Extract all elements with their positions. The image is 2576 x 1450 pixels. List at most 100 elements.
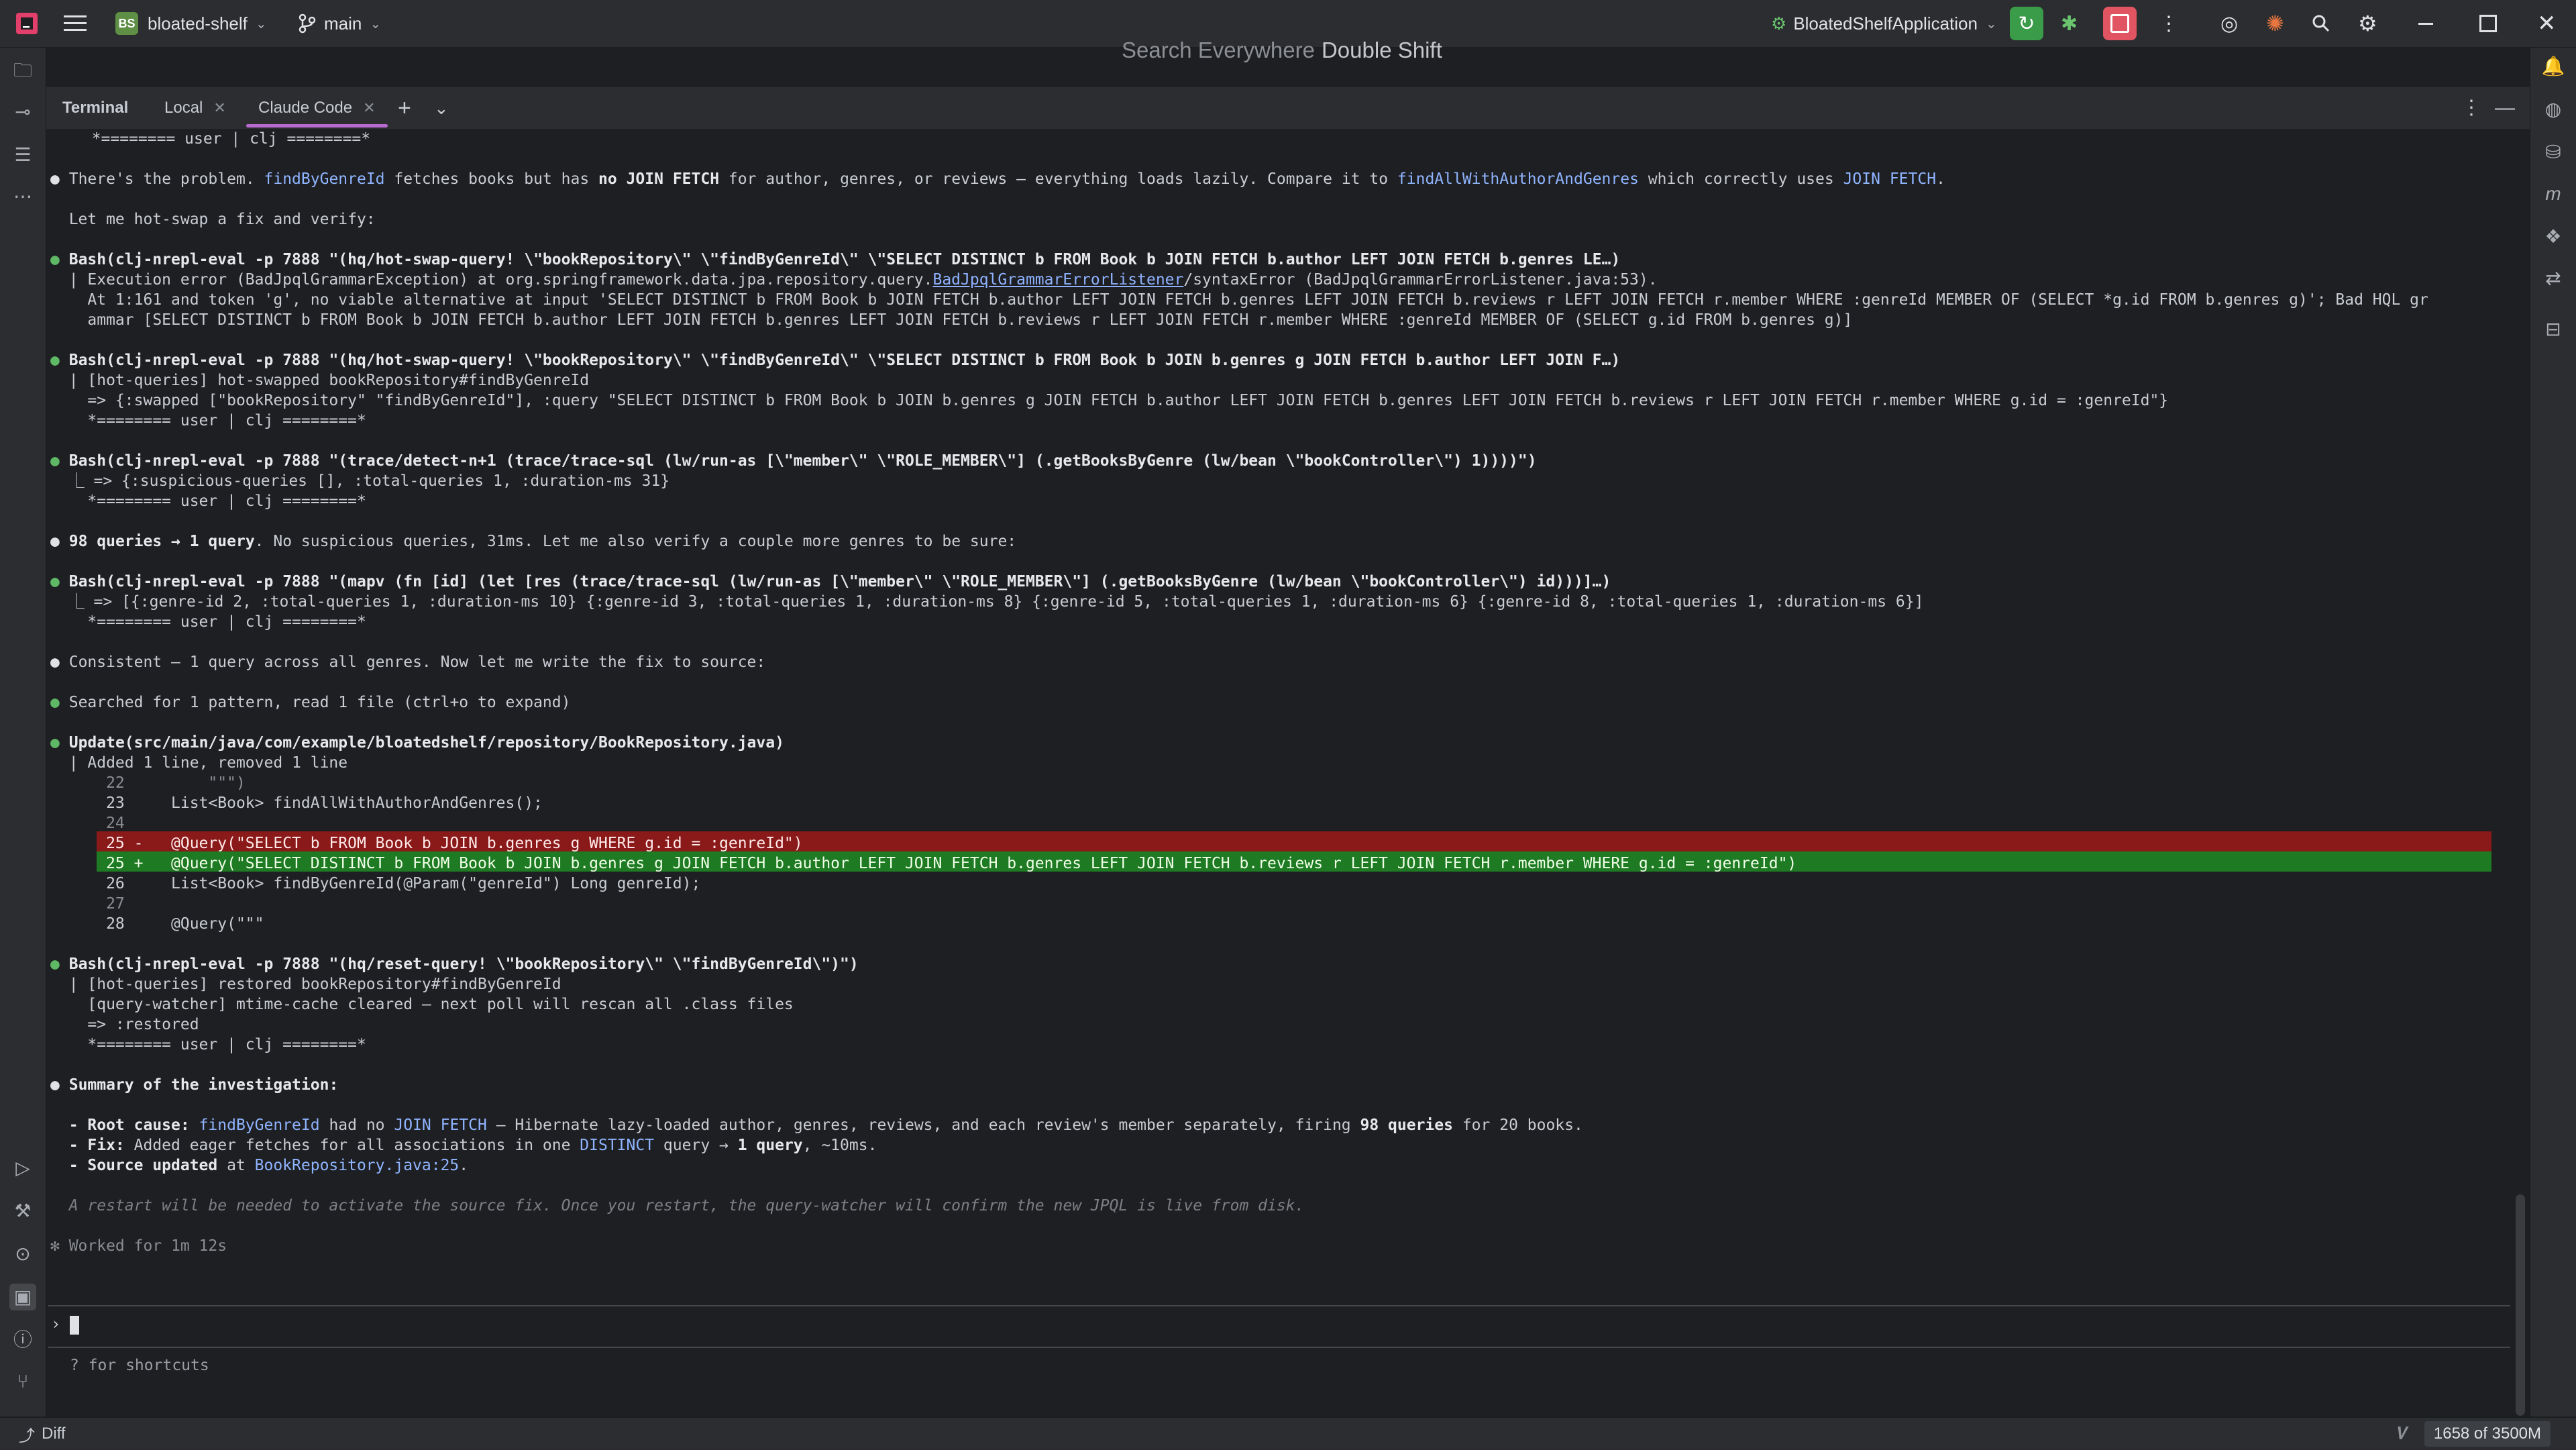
stop-icon — [2103, 7, 2137, 40]
project-name: bloated-shelf — [148, 13, 248, 34]
rerun-icon: ↻ — [2010, 7, 2043, 40]
log-line: | Execution error (BadJpqlGrammarExcepti… — [50, 271, 1658, 289]
diff-line: 24 — [50, 815, 125, 832]
tab-local[interactable]: Local ✕ — [164, 87, 226, 129]
branch-name: main — [324, 13, 362, 34]
vim-icon[interactable]: 𝑽 — [2398, 1423, 2408, 1445]
close-icon[interactable]: ✕ — [213, 99, 225, 116]
log-line: *======== user | clj ========* — [50, 1036, 366, 1053]
terminal-title: Terminal — [62, 99, 129, 117]
build-hammer-icon[interactable]: ⚒ — [9, 1198, 36, 1225]
close-window-button[interactable]: ✕ — [2537, 0, 2557, 47]
claude-button[interactable]: ✺ — [2266, 0, 2284, 47]
spiral-icon: ◎ — [2220, 12, 2239, 35]
diff-line: 22 """) — [50, 774, 246, 792]
minimize-button[interactable] — [2418, 0, 2433, 47]
prompt-chevron: › — [51, 1314, 61, 1333]
log-line: => {:swapped ["bookRepository" "findByGe… — [50, 392, 2169, 409]
log-line: => :restored — [50, 1016, 199, 1033]
search-hint-shortcut: Double Shift — [1321, 38, 1442, 62]
summary-fix: - Fix: Added eager fetches for all assoc… — [50, 1137, 877, 1154]
maven-icon[interactable]: m — [2540, 180, 2567, 207]
memory-indicator[interactable]: 1658 of 3500M — [2424, 1421, 2551, 1447]
plugin-icon[interactable]: ❖ — [2540, 223, 2567, 250]
diff-line-added: 25 + @Query("SELECT DISTINCT b FROM Book… — [50, 855, 1797, 872]
diff-line-removed: 25 - @Query("SELECT b FROM Book b JOIN b… — [50, 835, 803, 852]
app-logo-icon[interactable] — [15, 0, 39, 47]
commit-icon[interactable]: ⊸ — [9, 99, 36, 125]
bash-call: Bash(clj-nrepl-eval -p 7888 "(hq/hot-swa… — [50, 250, 1620, 270]
close-icon[interactable]: ✕ — [363, 99, 375, 116]
debug-button[interactable]: ✱ — [2061, 0, 2078, 47]
diff-line: 26 List<Book> findByGenreId(@Param("genr… — [50, 875, 701, 892]
new-tab-plus-icon[interactable]: + — [398, 87, 411, 129]
stop-button[interactable] — [2103, 0, 2137, 47]
project-widget[interactable]: BS bloated-shelf ⌄ — [115, 0, 267, 47]
terminal-scrollbar[interactable] — [2516, 1194, 2525, 1416]
diff-widget[interactable]: ⤴ Diff — [19, 1418, 66, 1450]
close-icon: ✕ — [2537, 11, 2557, 36]
minimize-icon — [2418, 22, 2433, 25]
run-icon[interactable]: ▷ — [9, 1155, 36, 1182]
more-actions-button[interactable]: ⋮ — [2159, 0, 2179, 47]
error-listener-link[interactable]: BadJpqlGrammarErrorListener — [932, 271, 1183, 289]
log-line: [query-watcher] mtime-cache cleared — ne… — [50, 996, 794, 1013]
terminal-output: *======== user | clj ========* There's t… — [46, 129, 2528, 1417]
project-badge: BS — [115, 12, 138, 35]
log-line: Let me hot-swap a fix and verify: — [50, 211, 376, 228]
prompt-input[interactable]: › — [48, 1305, 2510, 1348]
restart-note: A restart will be needed to activate the… — [50, 1197, 1305, 1214]
left-tool-strip: 🗀 ⊸ ☰ ⋯ ▷ ⚒ ⊙ ▣ ⓘ ⑂ — [0, 48, 46, 1416]
terminal-tool-header: Terminal Local ✕ Claude Code ✕ + ⌄ ⋮ — — [46, 87, 2530, 129]
diff-line: 28 @Query(""" — [50, 915, 264, 933]
more-tools-icon[interactable]: ⋯ — [9, 183, 36, 210]
tab-local-label: Local — [164, 99, 203, 117]
chevron-down-icon[interactable]: ⌄ — [434, 87, 449, 129]
tab-claude-code[interactable]: Claude Code ✕ — [246, 87, 388, 129]
message-problem: There's the problem. findByGenreId fetch… — [50, 169, 1945, 189]
ai-assistant-button[interactable]: ◎ — [2220, 0, 2238, 47]
log-line: | Added 1 line, removed 1 line — [50, 754, 348, 772]
git-icon[interactable]: ⑂ — [9, 1368, 36, 1395]
bash-call: Bash(clj-nrepl-eval -p 7888 "(trace/dete… — [50, 451, 1537, 471]
maximize-button[interactable] — [2479, 0, 2497, 47]
rerun-button[interactable]: ↻ — [2010, 0, 2043, 47]
project-folder-icon[interactable]: 🗀 — [9, 57, 36, 84]
hide-panel-icon[interactable]: — — [2495, 87, 2515, 129]
toolbox-icon[interactable]: ⊟ — [2540, 316, 2567, 343]
services-icon[interactable]: ⊙ — [9, 1241, 36, 1267]
search-button[interactable] — [2312, 0, 2330, 47]
claude-sun-icon: ✺ — [2266, 11, 2284, 36]
bash-call: Bash(clj-nrepl-eval -p 7888 "(hq/hot-swa… — [50, 350, 1620, 370]
branch-widget[interactable]: main ⌄ — [299, 0, 381, 47]
database-icon[interactable]: ⛁ — [2540, 139, 2567, 166]
log-line: ⎿ => [{:genre-id 2, :total-queries 1, :d… — [50, 593, 1924, 611]
tab-claude-label: Claude Code — [258, 99, 353, 117]
log-line: *======== user | clj ========* — [73, 130, 371, 148]
terminal-icon[interactable]: ▣ — [9, 1284, 36, 1310]
summary-source: - Source updated at BookRepository.java:… — [50, 1157, 469, 1174]
endpoints-icon[interactable]: ⇄ — [2540, 265, 2567, 292]
update-call: Update(src/main/java/com/example/bloated… — [50, 733, 784, 753]
problems-icon[interactable]: ⓘ — [9, 1327, 36, 1353]
summary-heading: Summary of the investigation: — [50, 1075, 339, 1095]
bash-call: Bash(clj-nrepl-eval -p 7888 "(hq/reset-q… — [50, 954, 859, 974]
settings-button[interactable]: ⚙ — [2358, 0, 2377, 47]
maximize-icon — [2479, 15, 2497, 32]
ai-chat-icon[interactable]: ◍ — [2540, 96, 2567, 123]
log-line: | [hot-queries] restored bookRepository#… — [50, 976, 561, 993]
log-line: At 1:161 and token 'g', no viable altern… — [50, 291, 2428, 309]
structure-icon[interactable]: ☰ — [9, 142, 36, 168]
notifications-bell-icon[interactable]: 🔔 — [2540, 53, 2567, 80]
branch-arrow-icon: ⤴ — [19, 1427, 35, 1445]
run-config-widget[interactable]: ⚙ BloatedShelfApplication ⌄ — [1771, 0, 1997, 47]
message-queries: 98 queries → 1 query. No suspicious quer… — [50, 531, 1016, 552]
bug-icon: ✱ — [2061, 12, 2078, 35]
bash-call: Bash(clj-nrepl-eval -p 7888 "(mapv (fn [… — [50, 572, 1611, 592]
text-caret — [70, 1316, 79, 1335]
log-line: *======== user | clj ========* — [50, 412, 366, 429]
main-menu-icon[interactable] — [64, 0, 87, 47]
vertical-dots-icon[interactable]: ⋮ — [2461, 87, 2481, 129]
shortcuts-hint: ? for shortcuts — [70, 1357, 209, 1374]
search-icon — [2312, 15, 2330, 32]
